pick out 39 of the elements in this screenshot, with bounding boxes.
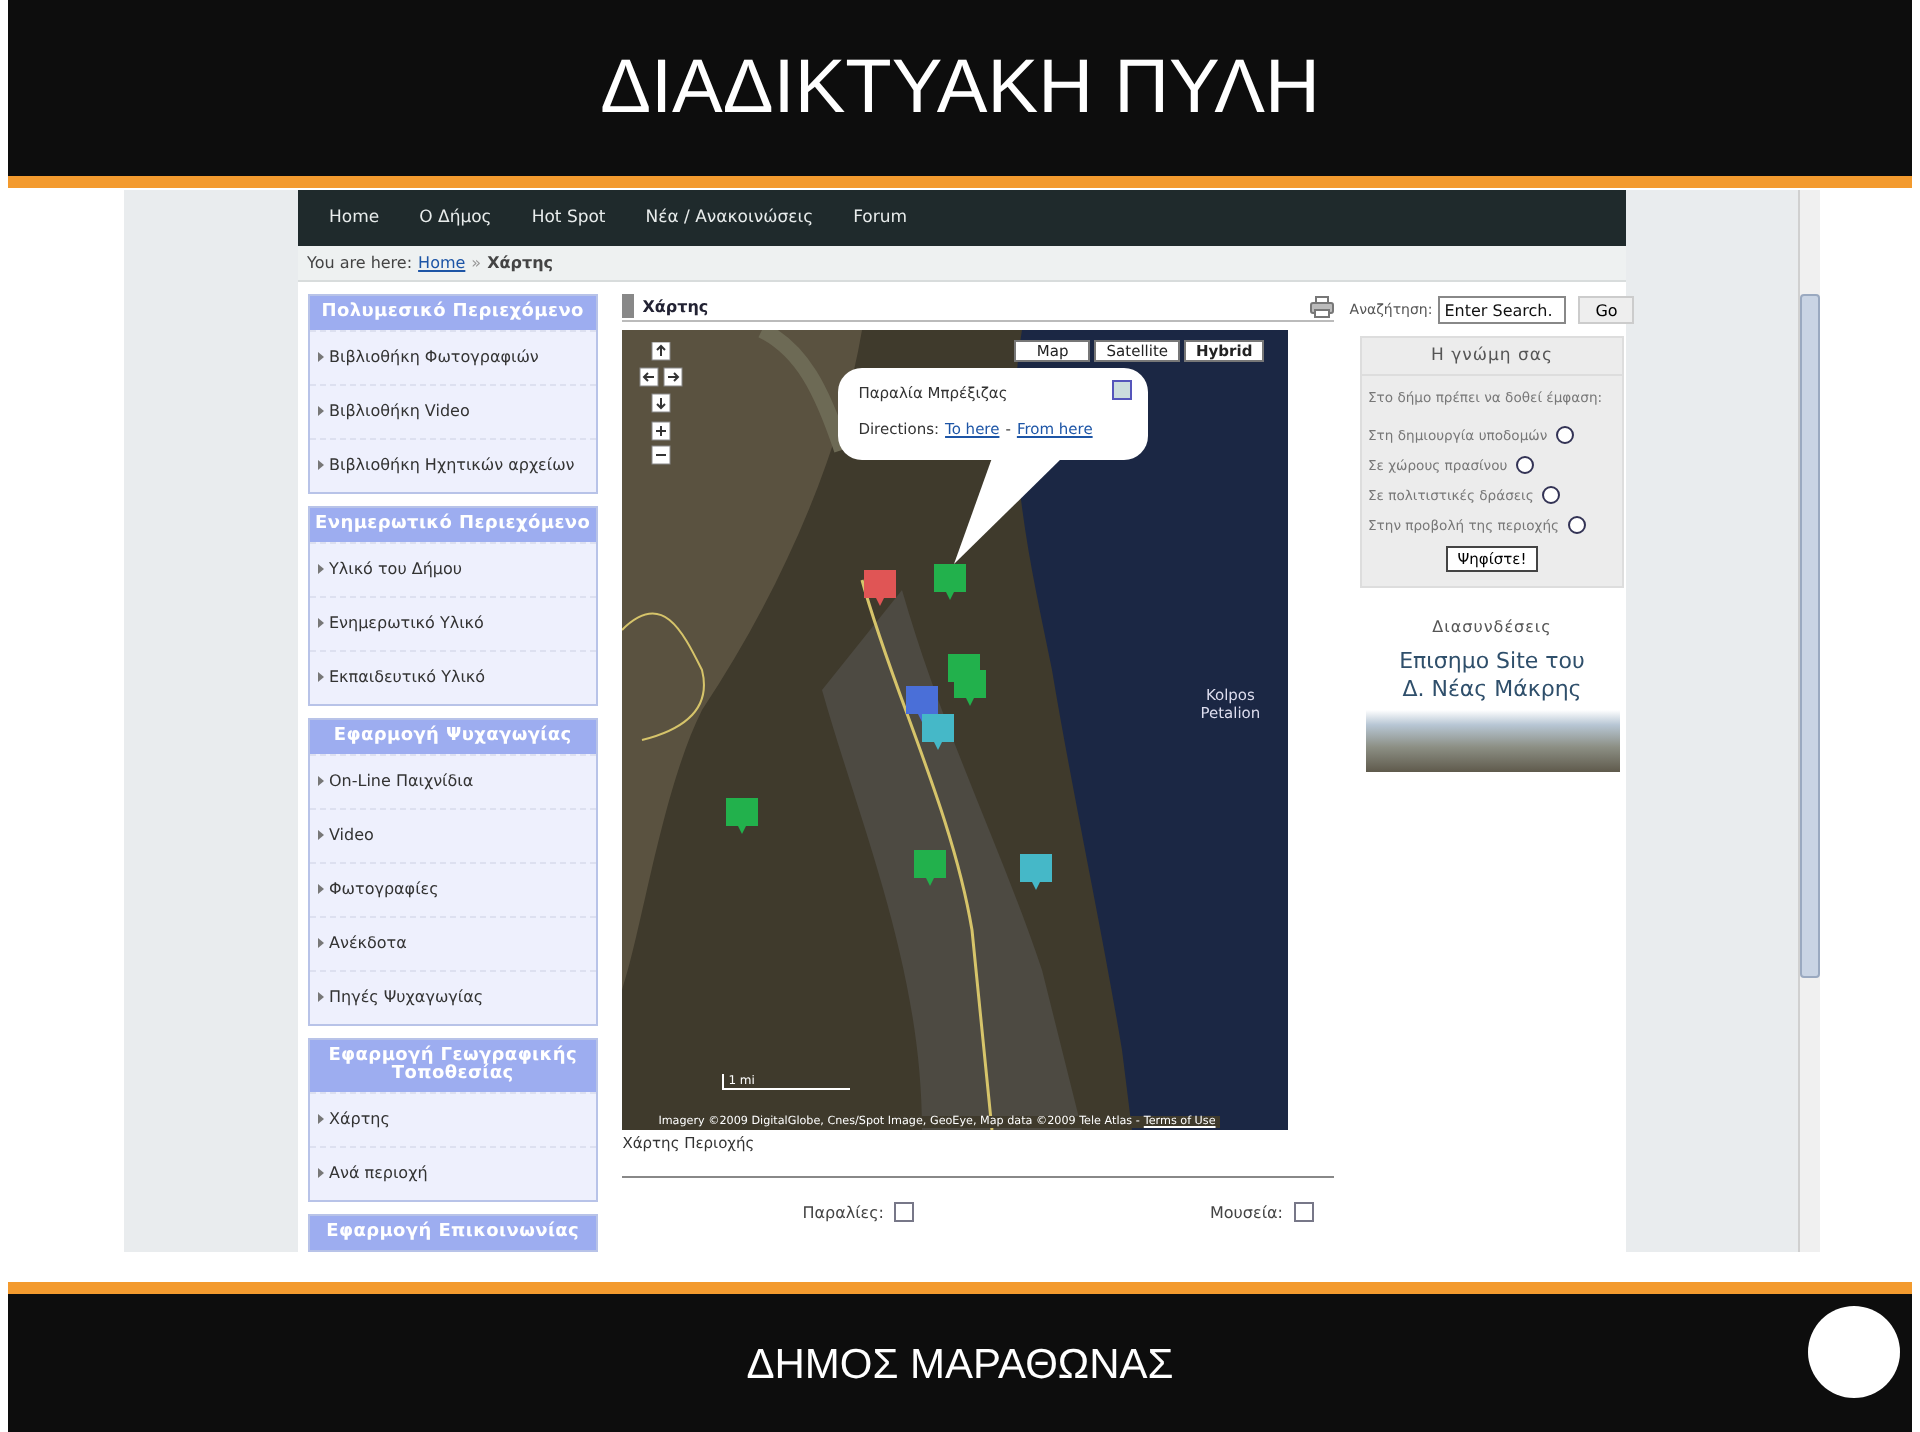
breadcrumb-prefix: You are here: bbox=[307, 253, 413, 272]
slide-title: ΔΙΑΔΙΚΤΥΑΚΗ ΠΥΛΗ bbox=[600, 45, 1320, 131]
sidebar-link[interactable]: Πηγές Ψυχαγωγίας bbox=[309, 970, 597, 1024]
sidebar-link[interactable]: Ανά περιοχή bbox=[309, 1146, 597, 1200]
sidebar-heading: Ενημερωτικό Περιεχόμενο bbox=[309, 508, 597, 542]
banner-text: Επισημο Site του bbox=[1397, 648, 1587, 676]
sidebar-link[interactable]: Χάρτης bbox=[309, 1092, 597, 1146]
sidebar-heading: Πολυμεσικό Περιεχόμενο bbox=[309, 296, 597, 330]
sidebar-heading: Εφαρμογή Επικοινωνίας bbox=[309, 1216, 597, 1250]
sidebar-link[interactable]: Υλικό του Δήμου bbox=[309, 542, 597, 596]
poll-title: Η γνώμη σας bbox=[1362, 338, 1622, 376]
banner-text: Δ. Νέας Μάκρης bbox=[1400, 676, 1584, 704]
nav-link[interactable]: Ο Δήμος bbox=[399, 207, 512, 228]
filter-label: Παραλίες: bbox=[802, 1203, 884, 1221]
sidebar-heading: Εφαρμογή Γεωγραφικής Τοποθεσίας bbox=[309, 1040, 597, 1092]
sidebar-link[interactable]: Video bbox=[309, 808, 597, 862]
sidebar-link[interactable]: Βιβλιοθήκη Ηχητικών αρχείων bbox=[309, 438, 597, 492]
sidebar-link[interactable]: Εκπαιδευτικό Υλικό bbox=[309, 650, 597, 704]
sidebar-link[interactable]: Βιβλιοθήκη Φωτογραφιών bbox=[309, 330, 597, 384]
sidebar-link[interactable]: Ενημερωτικό Υλικό bbox=[309, 596, 597, 650]
nav-link[interactable]: Νέα / Ανακοινώσεις bbox=[625, 207, 834, 228]
go-button[interactable]: Go bbox=[1578, 296, 1635, 324]
nav-link[interactable]: Hot Spot bbox=[511, 207, 626, 228]
sidebar-link[interactable]: On-Line Παιχνίδια bbox=[309, 754, 597, 808]
sidebar-link[interactable]: Ανέκδοτα bbox=[309, 916, 597, 970]
sidebar-heading: Εφαρμογή Ψυχαγωγίας bbox=[309, 720, 597, 754]
links-title: Διασυνδέσεις bbox=[1432, 618, 1552, 636]
content-title: Χάρτης bbox=[642, 297, 711, 315]
sidebar-link[interactable]: Βιβλιοθήκη Video bbox=[309, 384, 597, 438]
website-banner[interactable]: Επισημο Site του Δ. Νέας Μάκρης bbox=[1365, 648, 1619, 772]
sidebar-link[interactable]: Φωτογραφίες bbox=[309, 862, 597, 916]
search-field[interactable]: Enter Search. bbox=[1438, 296, 1567, 324]
breadcrumb-link[interactable]: Home bbox=[418, 253, 466, 272]
nav-link[interactable]: Forum bbox=[833, 207, 928, 228]
filter-label: Μουσεία: bbox=[1210, 1203, 1283, 1221]
breadcrumb-separator: » bbox=[471, 253, 482, 272]
nav-link[interactable]: Home bbox=[309, 207, 400, 228]
footer-title: ΔΗΜΟΣ ΜΑΡΑΘΩΝΑΣ bbox=[746, 1341, 1174, 1389]
breadcrumb-current: Χάρτης bbox=[487, 253, 554, 272]
